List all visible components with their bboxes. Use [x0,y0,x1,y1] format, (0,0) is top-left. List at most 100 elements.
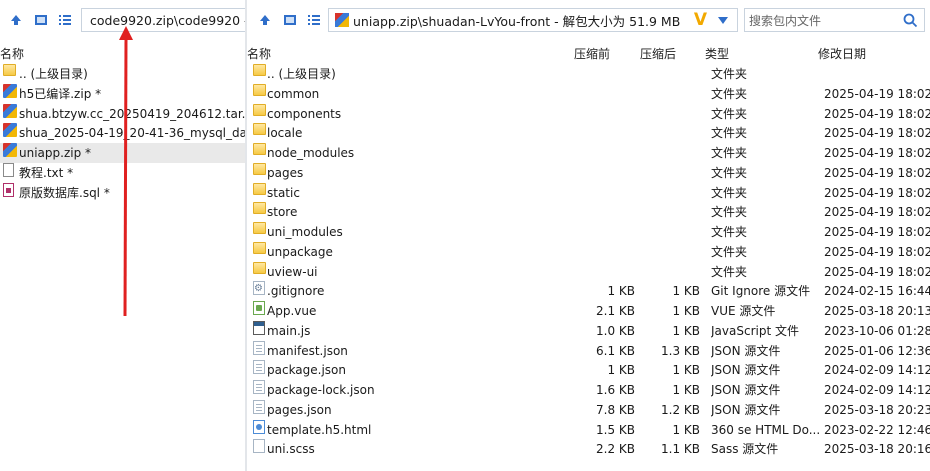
left-address-text: code9920.zip\code9920 - [90,12,245,28]
table-row[interactable]: App.vue 2.1 KB 1 KB VUE 源文件 2025-03-18 20:13 [247,301,930,321]
json-file-icon [253,399,265,414]
cell-name: unpackage [267,244,333,259]
col-header-date[interactable]: 修改日期 [818,45,866,62]
thumbnail-view-icon [35,15,47,25]
table-row[interactable]: package.json 1 KB 1 KB JSON 源文件 2024-02-09 1… [247,360,930,380]
cell-type: 文件夹 [711,146,748,160]
targz-archive-icon [3,103,17,118]
left-item-label: 原版数据库.sql * [19,185,110,200]
col-header-compressed[interactable]: 压缩后 [640,45,676,62]
cell-name: uview-ui [267,264,318,279]
cell-type: 文件夹 [711,264,748,279]
left-address-bar[interactable]: code9920.zip\code9920 - [81,8,245,32]
cell-type: JSON 源文件 [711,363,781,378]
left-col-name[interactable]: 名称 [0,45,24,62]
cell-packed: 1.6 KB [596,383,635,397]
cell-name: uni.scss [267,442,315,457]
cell-date: 2025-04-19 18:02 [824,264,930,279]
cell-compressed: 1 KB [672,304,700,318]
left-item-label: .. (上级目录) [19,67,88,81]
table-row[interactable]: components 文件夹 2025-04-19 18:02 [247,103,930,124]
col-header-packed[interactable]: 压缩前 [574,45,610,62]
cell-date: 2025-04-19 18:02 [824,126,930,141]
folder-icon [253,123,266,136]
view-thumbnail-button-right[interactable] [280,9,300,31]
cell-date: 2024-02-09 14:12 [824,383,930,397]
cell-name: common [267,86,320,101]
up-folder-button[interactable] [6,9,26,31]
chevron-down-icon[interactable] [718,17,728,24]
view-list-button[interactable] [55,9,75,31]
cell-date: 2025-04-19 18:02 [824,86,930,101]
cell-type: 文件夹 [711,205,748,220]
folder-icon [253,241,266,254]
table-row[interactable]: uni.scss 2.2 KB 1.1 KB Sass 源文件 2025-03-18 2… [247,439,930,459]
cell-packed: 2.1 KB [596,304,635,318]
cell-compressed: 1 KB [672,284,700,299]
zip-archive-icon [3,83,17,98]
up-folder-button-right[interactable] [255,9,275,31]
table-row[interactable]: common 文件夹 2025-04-19 18:02 [247,83,930,104]
table-row[interactable]: uni_modules 文件夹 2025-04-19 18:02 [247,222,930,242]
right-address-bar[interactable]: uniapp.zip\shuadan-LvYou-front - 解包大小为 5… [328,8,738,32]
table-row[interactable]: locale 文件夹 2025-04-19 18:02 [247,123,930,143]
folder-icon [3,64,16,76]
json-file-icon [253,380,265,394]
cell-compressed: 1.2 KB [661,402,700,417]
table-row[interactable]: node_modules 文件夹 2025-04-19 18:02 [247,143,930,163]
cell-type: 文件夹 [711,106,748,121]
search-icon[interactable] [903,13,918,28]
table-row[interactable]: pages 文件夹 2025-04-19 18:02 [247,162,930,183]
json-file-icon [253,340,265,355]
cell-compressed: 1 KB [672,363,700,378]
arrow-up-icon [260,15,270,25]
cell-type: 文件夹 [711,244,748,259]
cell-packed: 2.2 KB [596,442,635,457]
cell-date: 2025-04-19 18:02 [824,165,930,180]
left-item-label: uniapp.zip * [19,146,92,161]
table-row[interactable]: pages.json 7.8 KB 1.2 KB JSON 源文件 2025-03-18… [247,399,930,420]
table-row[interactable]: .gitignore 1 KB 1 KB Git Ignore 源文件 2024-02-… [247,279,930,301]
cell-name: .gitignore [267,284,325,299]
thumbnail-view-icon [284,15,296,25]
table-row[interactable]: static 文件夹 2025-04-19 18:02 [247,182,930,203]
cell-type: JSON 源文件 [711,383,781,397]
cell-type: 文件夹 [711,225,748,239]
cell-type: 文件夹 [711,126,748,141]
search-placeholder: 搜索包内文件 [749,13,822,28]
table-row[interactable]: store 文件夹 2025-04-19 18:02 [247,202,930,222]
zip-archive-icon [3,143,17,158]
arrow-up-icon [11,15,21,25]
table-row[interactable]: unpackage 文件夹 2025-04-19 18:02 [247,241,930,262]
cell-name: store [267,205,298,220]
left-item-label: 教程.txt * [19,166,74,180]
search-input[interactable]: 搜索包内文件 [744,8,925,32]
list-view-icon [59,15,71,25]
cell-type: 360 se HTML Do... [711,422,821,437]
cell-name: static [267,185,300,200]
table-row[interactable]: template.h5.html 1.5 KB 1 KB 360 se HTML Do… [247,419,930,440]
cell-name: package-lock.json [267,383,375,397]
cell-name: .. (上级目录) [267,67,336,81]
cell-name: manifest.json [267,343,348,358]
cell-type: JSON 源文件 [711,402,781,417]
right-header: 名称 压缩前 压缩后 类型 修改日期 [247,44,930,62]
cell-name: template.h5.html [267,422,372,437]
brand-v-icon[interactable]: V [694,10,707,30]
cell-date: 2025-03-18 20:13 [824,304,930,318]
col-header-name[interactable]: 名称 [247,45,271,62]
view-thumbnail-button[interactable] [31,9,51,31]
cell-compressed: 1.3 KB [661,343,700,358]
table-row[interactable]: package-lock.json 1.6 KB 1 KB JSON 源文件 2024-… [247,380,930,400]
table-row[interactable]: uview-ui 文件夹 2025-04-19 18:02 [247,261,930,282]
col-header-type[interactable]: 类型 [705,45,729,62]
left-item-label: h5已编译.zip * [19,86,102,101]
annotation-arrow [119,26,133,317]
cell-packed: 1.0 KB [596,323,635,338]
view-list-button-right[interactable] [304,9,324,31]
table-row[interactable]: main.js 1.0 KB 1 KB JavaScript 文件 2023-10-06… [247,320,930,341]
cell-name: package.json [267,363,347,378]
cell-type: JavaScript 文件 [711,323,799,338]
table-row[interactable]: .. (上级目录) 文件夹 [247,64,930,84]
table-row[interactable]: manifest.json 6.1 KB 1.3 KB JSON 源文件 2025-01… [247,340,930,361]
